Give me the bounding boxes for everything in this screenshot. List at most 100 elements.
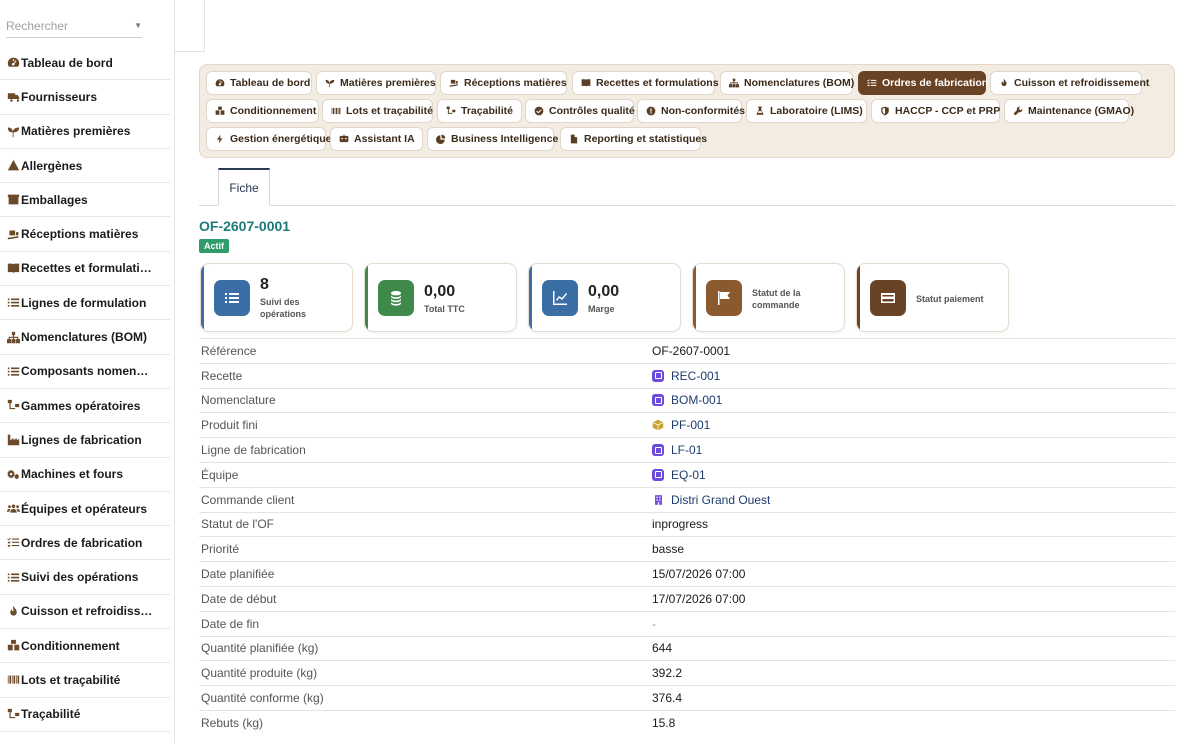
sidebar-item[interactable]: Lignes de fabrication	[0, 423, 170, 458]
truck-icon	[7, 93, 19, 103]
sidebar-item[interactable]: Nomenclatures (BOM)	[0, 320, 170, 355]
nav-chip[interactable]: Matières premières	[316, 71, 436, 95]
nav-chip[interactable]: Conditionnement	[206, 99, 319, 123]
tab-fiche[interactable]: Fiche	[218, 168, 270, 206]
sidebar-item[interactable]: Fournisseurs	[0, 80, 170, 115]
detail-value[interactable]: PF-001	[652, 418, 710, 432]
nav-chip[interactable]: Recettes et formulations	[572, 71, 719, 95]
detail-row: Recette REC-001	[199, 362, 1175, 388]
stat-card[interactable]: 0,00 Marge	[528, 263, 681, 332]
warning-icon	[7, 159, 19, 171]
nav-chip-label: Ordres de fabrication	[882, 77, 989, 89]
sitemap-icon	[729, 78, 739, 88]
seedling-icon	[5, 125, 21, 138]
nav-chip[interactable]: Réceptions matières	[440, 71, 567, 95]
nav-chip[interactable]: Gestion énergétique	[206, 127, 332, 151]
seedling-icon	[325, 78, 335, 88]
sidebar-item-label: Fournisseurs	[21, 89, 98, 104]
sidebar-item[interactable]: Cuisson et refroidiss…	[0, 595, 170, 630]
detail-value-text: EQ-01	[671, 467, 706, 482]
sidebar-item[interactable]: Allergènes	[0, 149, 170, 184]
detail-value[interactable]: BOM-001	[652, 393, 722, 407]
industry-icon	[7, 435, 19, 446]
detail-row: Quantité conforme (kg) 376.4	[199, 685, 1175, 710]
sidebar-item[interactable]: Traçabilité	[0, 698, 170, 732]
users-icon	[5, 502, 21, 515]
nav-chip[interactable]: Lots et traçabilité	[322, 99, 433, 123]
list-check-icon	[867, 79, 877, 87]
sidebar-item[interactable]: Équipes et opérateurs	[0, 492, 170, 527]
sidebar-item-label: Recettes et formulati…	[21, 261, 152, 276]
stat-card[interactable]: Statut de la commande	[692, 263, 845, 332]
sidebar-item[interactable]: Gammes opératoires	[0, 389, 170, 424]
sidebar-search[interactable]: ▼	[6, 14, 142, 38]
check-circle-icon	[534, 106, 544, 116]
sidebar-item[interactable]: Lignes de formulation	[0, 286, 170, 321]
boxes-icon	[215, 106, 225, 115]
nav-chip[interactable]: Assistant IA	[330, 127, 423, 151]
detail-label: Quantité planifiée (kg)	[201, 641, 319, 656]
detail-value[interactable]: REC-001	[652, 369, 720, 383]
detail-value: OF-2607-0001	[652, 344, 730, 358]
nav-chip[interactable]: Business Intelligence	[427, 127, 558, 151]
sidebar-item[interactable]: Suivi des opérations	[0, 560, 170, 595]
nav-chip-label: Lots et traçabilité	[346, 105, 433, 117]
stat-card[interactable]: 8 Suivi des opérations	[200, 263, 353, 332]
caret-down-icon[interactable]: ▼	[134, 21, 142, 30]
nav-chip[interactable]: Laboratoire (LIMS)	[746, 99, 867, 123]
sitemap-icon	[729, 78, 739, 88]
sidebar-item[interactable]: Composants nomen…	[0, 355, 170, 389]
nav-chip-label: Non-conformités	[661, 105, 745, 117]
detail-value-text: REC-001	[671, 368, 721, 383]
nav-chip[interactable]: Tableau de bord	[206, 71, 312, 95]
detail-value[interactable]: Distri Grand Ouest	[652, 493, 770, 507]
sidebar-item[interactable]: Machines et fours	[0, 458, 170, 492]
nav-chip[interactable]: Reporting et statistiques	[560, 127, 707, 151]
sidebar-item-label: Matières premières	[21, 124, 131, 139]
sidebar-item[interactable]: Matières premières	[0, 115, 170, 149]
nav-chip[interactable]: Traçabilité	[437, 99, 522, 123]
card-icon	[881, 293, 895, 303]
card-value: 0,00	[588, 283, 620, 300]
sidebar-item-label: Équipes et opérateurs	[21, 501, 148, 516]
nav-chip-label: Recettes et formulations	[596, 77, 719, 89]
nav-chip[interactable]: Non-conformités	[637, 99, 745, 123]
detail-value[interactable]: LF-01	[652, 443, 702, 457]
nav-chip-label: Tableau de bord	[230, 77, 311, 89]
nav-chip[interactable]: Ordres de fabrication	[858, 71, 989, 95]
nav-chip[interactable]: HACCP - CCP et PRP	[871, 99, 1000, 123]
card-icon-box	[214, 280, 250, 316]
sidebar-item[interactable]: Conditionnement	[0, 629, 170, 664]
sidebar-menu: Tableau de bord Fournisseurs Matières prem…	[0, 46, 170, 732]
detail-value: 376.4	[652, 691, 682, 705]
shield-icon	[881, 106, 889, 116]
sidebar-item-label: Machines et fours	[21, 467, 124, 482]
detail-row: Quantité planifiée (kg) 644	[199, 635, 1175, 661]
sidebar-item[interactable]: Tableau de bord	[0, 46, 170, 81]
detail-value-text: OF-2607-0001	[652, 343, 731, 358]
detail-value[interactable]: EQ-01	[652, 468, 706, 482]
sidebar-item[interactable]: Recettes et formulati…	[0, 252, 170, 287]
truck-ramp-icon	[7, 230, 18, 239]
wrench-icon	[1013, 106, 1023, 116]
flask-icon	[756, 106, 764, 115]
sidebar-item-label: Lignes de formulation	[21, 295, 147, 310]
sidebar-item[interactable]: Réceptions matières	[0, 217, 170, 252]
search-input[interactable]	[6, 18, 116, 33]
stat-card[interactable]: Statut paiement	[856, 263, 1009, 332]
card-label: Statut paiement	[916, 294, 984, 304]
exclamation-icon	[646, 106, 656, 116]
sidebar-item[interactable]: Emballages	[0, 183, 170, 218]
detail-row: Référence OF-2607-0001	[199, 338, 1175, 363]
shield-icon	[880, 106, 890, 116]
stat-card[interactable]: 0,00 Total TTC	[364, 263, 517, 332]
nav-chip[interactable]: Maintenance (GMAO)	[1004, 99, 1134, 123]
gears-icon	[6, 469, 19, 480]
record-link-icon	[652, 444, 664, 457]
nav-chip[interactable]: Contrôles qualité	[525, 99, 635, 123]
nav-chip[interactable]: Cuisson et refroidissement	[990, 71, 1149, 95]
nav-chip[interactable]: Nomenclatures (BOM)	[720, 71, 854, 95]
fire-icon	[9, 605, 17, 616]
sidebar-item[interactable]: Ordres de fabrication	[0, 526, 170, 561]
sidebar-item[interactable]: Lots et traçabilité	[0, 663, 170, 698]
